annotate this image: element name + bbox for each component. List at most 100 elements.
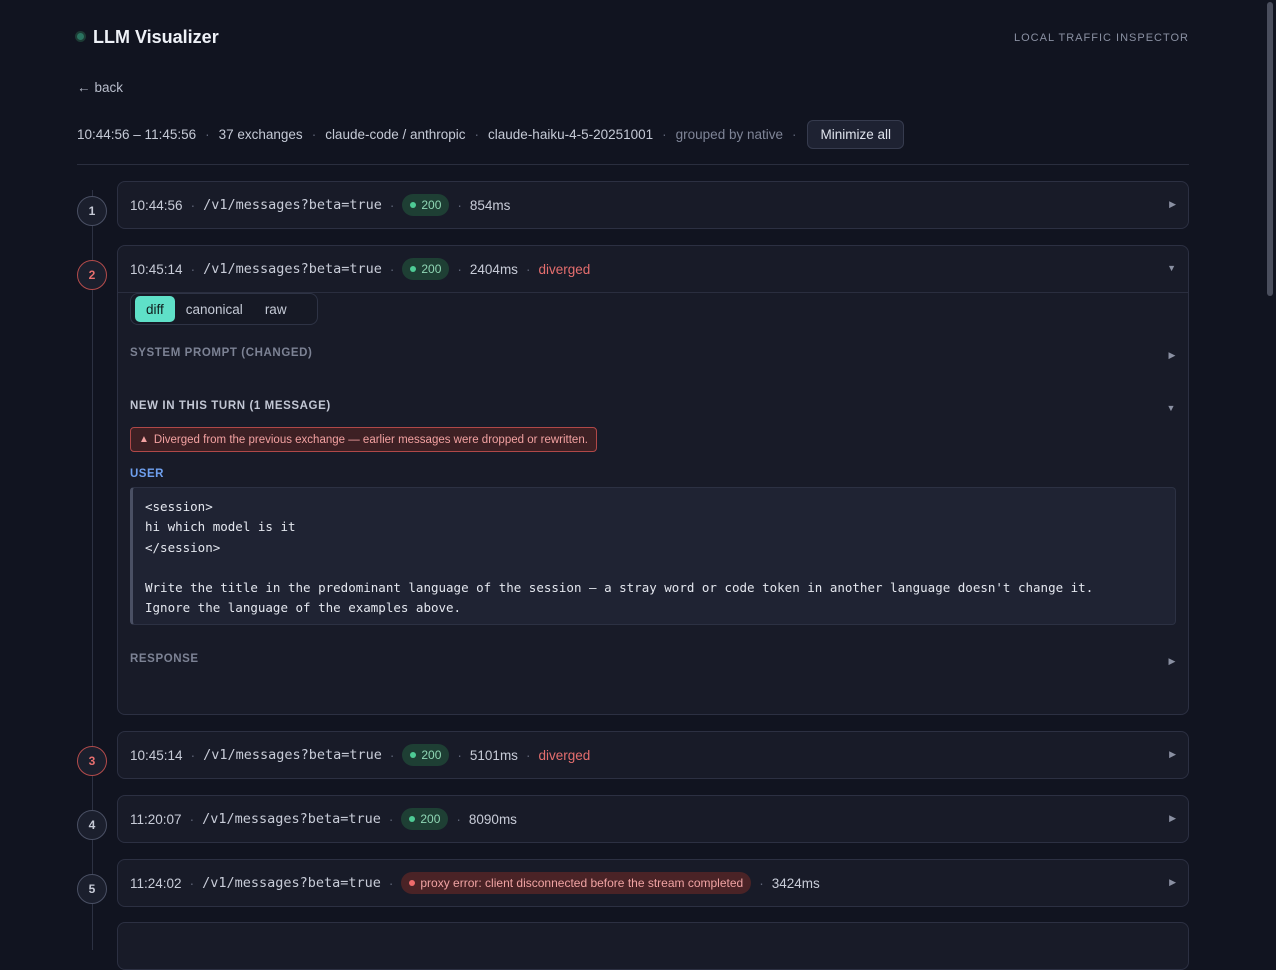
separator: · xyxy=(190,747,196,763)
divider xyxy=(77,164,1189,165)
app-title: LLM Visualizer xyxy=(93,27,219,47)
separator: · xyxy=(388,875,394,891)
exchange-summary[interactable]: 10:45:14 · /v1/messages?beta=true · 200 … xyxy=(118,732,1188,778)
chevron-right-icon: ▶ xyxy=(1168,656,1176,666)
exchange-time: 10:44:56 xyxy=(130,197,183,213)
exchange-path: /v1/messages?beta=true xyxy=(202,875,381,891)
separator: · xyxy=(759,875,764,891)
separator: · xyxy=(662,126,667,142)
exchange-duration: 5101ms xyxy=(469,747,518,763)
tab-raw[interactable]: raw xyxy=(254,296,298,322)
status-code: 200 xyxy=(421,748,442,762)
grouping-mode: grouped by native xyxy=(675,126,783,142)
chevron-right-icon: ▶ xyxy=(1168,350,1176,360)
exchange-duration: 8090ms xyxy=(468,811,517,827)
section-title: NEW IN THIS TURN (1 MESSAGE) xyxy=(130,400,331,412)
system-prompt-section[interactable]: SYSTEM PROMPT (CHANGED) ▶ xyxy=(130,347,1176,367)
diverged-warning: ▲ Diverged from the previous exchange — e… xyxy=(130,427,597,452)
exchange-number: 2 xyxy=(77,260,107,290)
status-badge: 200 xyxy=(402,258,450,280)
exchange-summary[interactable]: 10:45:14 · /v1/messages?beta=true · 200 … xyxy=(118,246,1188,293)
exchange-duration: 3424ms xyxy=(771,875,820,891)
separator: · xyxy=(389,261,395,277)
tab-diff[interactable]: diff xyxy=(135,296,175,322)
separator: · xyxy=(525,261,531,277)
status-code: 200 xyxy=(420,812,441,826)
view-tabs: diff canonical raw xyxy=(130,293,318,325)
separator: · xyxy=(190,197,196,213)
message-content: <session> hi which model is it </session… xyxy=(130,487,1176,625)
separator: · xyxy=(456,811,461,827)
exchange-card[interactable]: 10:45:14 · /v1/messages?beta=true · 200 … xyxy=(117,731,1189,779)
session-meta: 10:44:56 – 11:45:56 · 37 exchanges · cla… xyxy=(77,119,904,149)
warning-text: Diverged from the previous exchange — ea… xyxy=(153,433,588,446)
exchange-number: 4 xyxy=(77,810,107,840)
exchange-summary[interactable]: 11:24:02 · /v1/messages?beta=true · prox… xyxy=(118,860,1188,906)
section-title: SYSTEM PROMPT (CHANGED) xyxy=(130,347,313,359)
status-dot-icon xyxy=(409,816,416,822)
exchange-number: 5 xyxy=(77,874,107,904)
exchange-path: /v1/messages?beta=true xyxy=(203,197,382,213)
separator: · xyxy=(457,261,462,277)
exchange-time: 10:45:14 xyxy=(130,261,183,277)
scrollbar[interactable] xyxy=(1267,2,1273,296)
error-badge: proxy error: client disconnected before … xyxy=(401,872,752,894)
exchange-count: 37 exchanges xyxy=(218,126,303,142)
diverged-flag: diverged xyxy=(538,261,591,277)
chevron-down-icon: ▼ xyxy=(1166,403,1176,413)
section-title: RESPONSE xyxy=(130,653,199,665)
exchange-time: 10:45:14 xyxy=(130,747,183,763)
model-name: claude-haiku-4-5-20251001 xyxy=(488,126,654,142)
back-link[interactable]: ← back xyxy=(77,80,123,95)
minimize-all-button[interactable]: Minimize all xyxy=(807,119,904,149)
status-badge: 200 xyxy=(402,194,450,216)
exchange-duration: 2404ms xyxy=(469,261,518,277)
exchange-path: /v1/messages?beta=true xyxy=(203,261,382,277)
chevron-right-icon: ▶ xyxy=(1169,749,1176,759)
exchange-time: 11:24:02 xyxy=(130,875,182,891)
exchange-card[interactable]: 11:24:02 · /v1/messages?beta=true · prox… xyxy=(117,859,1189,907)
separator: · xyxy=(388,811,394,827)
exchange-summary[interactable]: 10:44:56 · /v1/messages?beta=true · 200 … xyxy=(118,182,1188,228)
diverged-flag: diverged xyxy=(538,747,591,763)
arrow-left-icon: ← xyxy=(77,80,91,95)
exchange-card-expanded: 10:45:14 · /v1/messages?beta=true · 200 … xyxy=(117,245,1189,715)
separator: · xyxy=(205,126,210,142)
exchange-card[interactable] xyxy=(117,922,1189,970)
time-range: 10:44:56 – 11:45:56 xyxy=(77,126,197,142)
exchange-duration: 854ms xyxy=(469,197,511,213)
exchange-summary[interactable]: 11:20:07 · /v1/messages?beta=true · 200 … xyxy=(118,796,1188,842)
status-dot-icon xyxy=(410,266,417,272)
exchange-number: 3 xyxy=(77,746,107,776)
separator: · xyxy=(389,747,395,763)
app-tagline: LOCAL TRAFFIC INSPECTOR xyxy=(1014,32,1189,44)
chevron-down-icon: ▼ xyxy=(1167,263,1176,273)
status-code: 200 xyxy=(421,262,442,276)
exchange-card[interactable]: 11:20:07 · /v1/messages?beta=true · 200 … xyxy=(117,795,1189,843)
status-badge: 200 xyxy=(401,808,449,830)
exchange-number: 1 xyxy=(77,196,107,226)
response-section[interactable]: RESPONSE ▶ xyxy=(130,653,1176,673)
status-badge: 200 xyxy=(402,744,450,766)
header: LLM Visualizer LOCAL TRAFFIC INSPECTOR xyxy=(77,27,1189,49)
separator: · xyxy=(474,126,480,142)
tab-canonical[interactable]: canonical xyxy=(175,296,254,322)
back-label: back xyxy=(94,80,124,95)
separator: · xyxy=(389,197,395,213)
message-role: USER xyxy=(130,468,164,480)
chevron-right-icon: ▶ xyxy=(1169,813,1176,823)
exchange-path: /v1/messages?beta=true xyxy=(202,811,381,827)
status-dot-icon xyxy=(410,752,417,758)
separator: · xyxy=(190,261,196,277)
separator: · xyxy=(189,811,195,827)
exchange-time: 11:20:07 xyxy=(130,811,182,827)
separator: · xyxy=(525,747,531,763)
separator: · xyxy=(457,747,462,763)
separator: · xyxy=(189,875,195,891)
chevron-right-icon: ▶ xyxy=(1169,877,1176,887)
new-turn-section[interactable]: NEW IN THIS TURN (1 MESSAGE) ▼ xyxy=(130,400,1176,420)
client-name: claude-code / anthropic xyxy=(325,126,466,142)
exchange-card[interactable]: 10:44:56 · /v1/messages?beta=true · 200 … xyxy=(117,181,1189,229)
status-dot-icon xyxy=(410,202,417,208)
exchange-path: /v1/messages?beta=true xyxy=(203,747,382,763)
